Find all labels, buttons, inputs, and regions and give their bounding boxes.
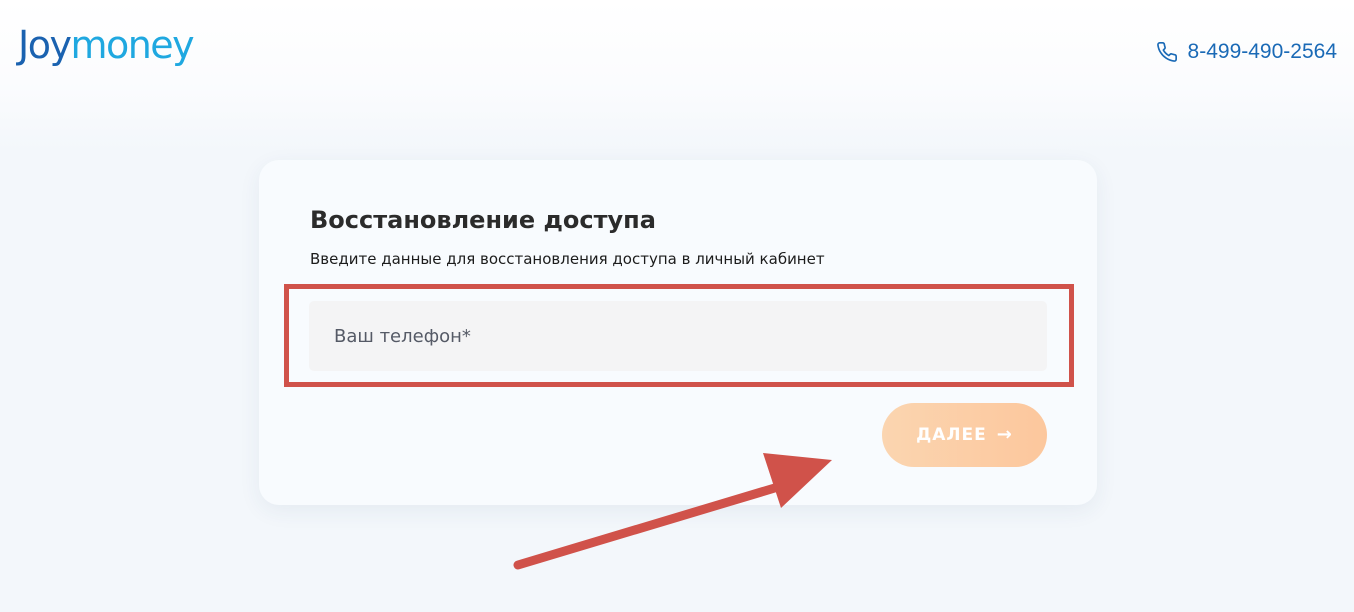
arrow-right-icon: → [996, 424, 1013, 445]
phone-input[interactable] [309, 301, 1047, 371]
phone-icon [1156, 41, 1178, 63]
phone-number: 8-499-490-2564 [1187, 40, 1337, 63]
phone-link[interactable]: 8-499-490-2564 [1156, 40, 1337, 64]
next-button[interactable]: ДАЛЕЕ → [882, 403, 1047, 467]
access-recovery-card: Восстановление доступа Введите данные дл… [259, 160, 1097, 505]
page-subtitle: Введите данные для восстановления доступ… [310, 250, 825, 268]
page-title: Восстановление доступа [310, 206, 656, 234]
header-bar [0, 0, 1354, 150]
logo-part-money: money [70, 23, 194, 67]
logo-part-joy: Joy [18, 23, 72, 67]
logo[interactable]: Joymoney [18, 23, 195, 67]
next-button-label: ДАЛЕЕ [916, 425, 987, 445]
